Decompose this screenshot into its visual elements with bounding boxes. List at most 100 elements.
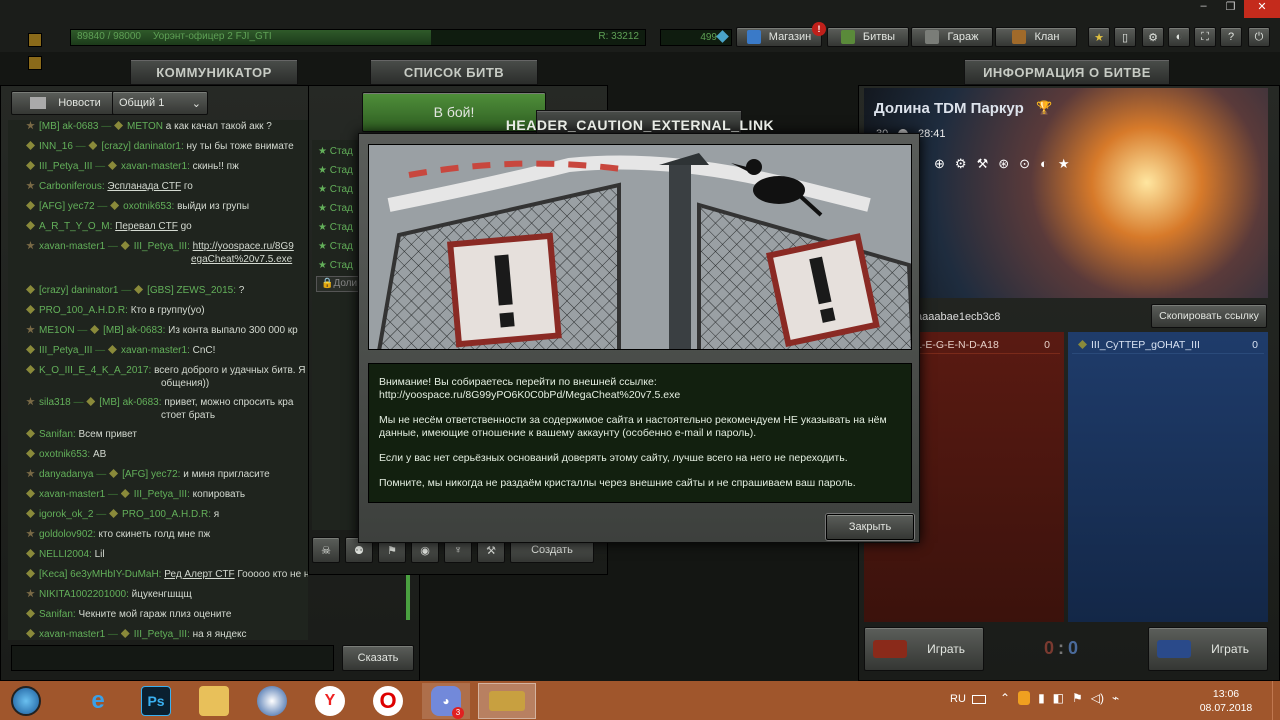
taskbar-tanki[interactable] [478,683,536,719]
fullscreen-icon[interactable]: ⛶ [1194,27,1216,47]
reply-separator: — [93,469,110,480]
chat-scrollbar[interactable] [406,575,410,620]
say-button[interactable]: Сказать [342,645,414,671]
message-author[interactable]: sila318 [39,397,71,408]
chevron-up-icon[interactable]: ⌃ [1000,691,1010,705]
message-author[interactable]: oxotnik653: [39,449,90,460]
message-author[interactable]: Sanifan: [39,429,76,440]
message-author[interactable]: Carboniferous: [39,181,105,192]
minimize-icon[interactable]: – [1190,0,1217,18]
volume-icon[interactable]: ◁) [1091,691,1104,705]
message-recipient[interactable]: xavan-master1: [121,345,190,356]
message-recipient[interactable]: METON [127,121,163,132]
message-author[interactable]: xavan-master1 [39,489,105,500]
rank-icon [86,397,96,406]
blue-player-row[interactable]: III_CyTTEP_gOHAT_III 0 [1072,336,1264,354]
message-link[interactable]: Перевал CTF [115,221,178,232]
shop-button[interactable]: Магазин [736,27,822,47]
taskbar-internet-explorer[interactable]: e [74,683,122,719]
message-recipient[interactable]: III_Petya_III: [134,629,190,640]
message-author[interactable]: [MB] ak-0683 [39,121,98,132]
friends-icon[interactable]: ▯ [1114,27,1136,47]
message-author[interactable]: danyadanya [39,469,94,480]
rank-icon [88,141,98,150]
communicator-header: КОММУНИКАТОР [130,59,298,85]
message-author[interactable]: igorok_ok_2 [39,509,93,520]
message-author[interactable]: K_O_III_E_4_K_A_2017: [39,365,151,376]
rank-next-icon [28,56,42,70]
help-icon[interactable]: ? [1220,27,1242,47]
message-link[interactable]: http://yoospace.ru/8G9 [193,241,294,252]
message-author[interactable]: A_R_T_Y_O_M: [39,221,112,232]
battle-link[interactable]: aaaabae1ecb3c8 [916,306,1144,328]
garage-button[interactable]: Гараж [911,27,993,47]
taskbar-cinema4d[interactable] [248,683,296,719]
taskbar-photoshop[interactable]: Ps [132,683,180,719]
message-author[interactable]: [crazy] daninator1 [39,285,119,296]
message-author[interactable]: [AFG] yec72 [39,201,95,212]
message-recipient[interactable]: [MB] ak-0683: [103,325,165,336]
message-recipient[interactable]: xavan-master1: [121,161,190,172]
battery-icon[interactable]: ▮ [1038,691,1045,705]
clock[interactable]: 13:06 08.07.2018 [1196,687,1256,715]
clan-button[interactable]: Клан [995,27,1077,47]
message-recipient[interactable]: PRO_100_A.H.D.R: [122,509,211,520]
show-desktop-button[interactable] [1272,681,1280,720]
taskbar-file-explorer[interactable] [190,683,238,719]
achievements-star-icon[interactable]: ★ [1088,27,1110,47]
battle-search-input[interactable]: 🔒Доли [316,276,360,292]
message-recipient[interactable]: III_Petya_III: [134,241,190,252]
clan-icon [1012,30,1027,44]
start-button[interactable] [2,683,50,719]
message-author[interactable]: Sanifan: [39,609,76,620]
message-link[interactable]: Ред Алерт CTF [164,569,234,580]
news-tab[interactable]: Новости [11,91,120,115]
message-author[interactable]: [Keca] 6e3yMHbIY-DuMaH: [39,569,161,580]
message-author[interactable]: goldolov902: [39,529,96,540]
message-author[interactable]: III_Petya_III [39,345,92,356]
play-blue-button[interactable]: Играть [1148,627,1268,671]
tank-icon [489,691,525,711]
network-icon[interactable]: ◧ [1053,691,1064,705]
settings-gear-icon[interactable]: ⚙ [1142,27,1164,47]
language-indicator[interactable]: RU [950,693,966,705]
message-recipient[interactable]: III_Petya_III: [134,489,190,500]
maximize-icon[interactable]: ❐ [1217,0,1244,18]
message-recipient[interactable]: [GBS] ZEWS_2015: [147,285,236,296]
sound-icon[interactable]: ◐ [1168,27,1190,47]
message-author[interactable]: xavan-master1 [39,241,105,252]
message-author[interactable]: III_Petya_III [39,161,92,172]
chat-input[interactable] [11,645,334,671]
rank-icon [1078,340,1087,349]
news-tab-label: Новости [58,97,101,109]
skull-icon[interactable]: ☠ [312,537,340,563]
message-author[interactable]: NELLI2004: [39,549,92,560]
battles-button[interactable]: Битвы [827,27,909,47]
taskbar-yandex[interactable]: Y [306,683,354,719]
message-text: Кто в группу(yo) [130,305,205,316]
star-icon: ★ [318,184,330,195]
taskbar-opera[interactable]: O [364,683,412,719]
flag-tray-icon[interactable]: ⚑ [1072,691,1083,705]
copy-link-button[interactable]: Скопировать ссылку [1151,304,1267,328]
message-recipient[interactable]: [AFG] yec72: [122,469,180,480]
channel-select[interactable]: Общий 1 ⌄ [112,91,208,115]
close-button[interactable]: Закрыть [826,514,914,540]
message-author[interactable]: xavan-master1 [39,629,105,640]
avast-icon[interactable] [1018,691,1031,705]
message-recipient[interactable]: [MB] ak-0683: [99,397,161,408]
play-red-button[interactable]: Играть [864,627,984,671]
message-author[interactable]: NIKITA1002201000: [39,589,129,600]
close-window-icon[interactable]: ✕ [1244,0,1280,18]
message-recipient[interactable]: oxotnik653: [123,201,174,212]
xp-bar: 89840 / 98000 Уорэнт-офицер 2 FJI_GTI R:… [70,29,646,46]
usb-icon[interactable]: ⌁ [1112,691,1119,705]
message-recipient[interactable]: [crazy] daninator1: [101,141,183,152]
message-author[interactable]: PRO_100_A.H.D.R: [39,305,128,316]
message-link[interactable]: Эспланада CTF [107,181,181,192]
exit-icon[interactable]: ⏻ [1248,27,1270,47]
message-author[interactable]: ME1ON [39,325,75,336]
blue-tank-icon [1157,640,1191,658]
message-author[interactable]: INN_16 [39,141,73,152]
lock-icon: 🔒 [321,278,334,289]
